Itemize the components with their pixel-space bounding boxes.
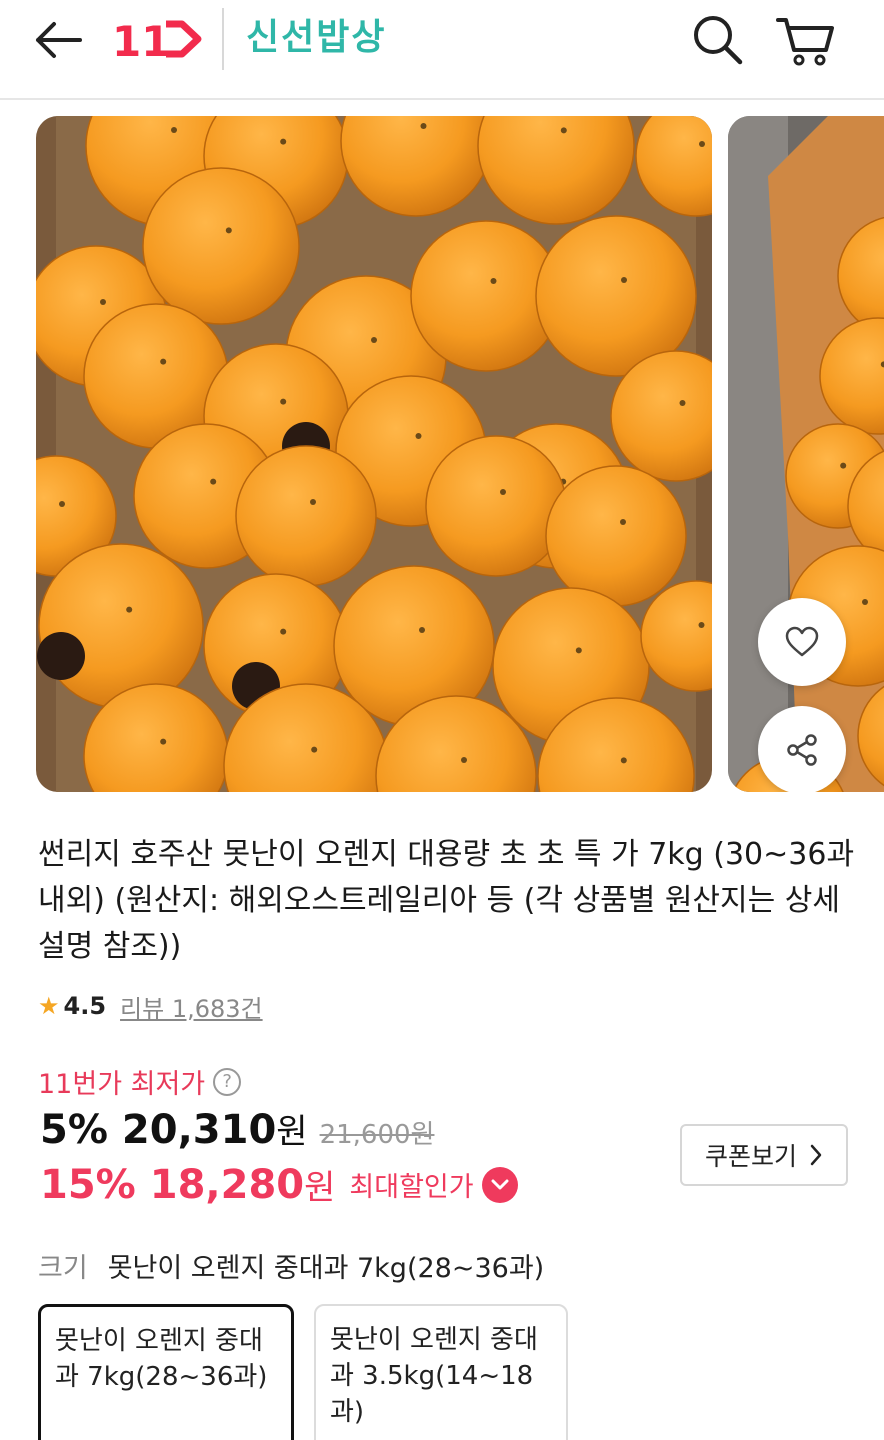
category-title[interactable]: 신선밥상 [246, 14, 386, 62]
rating-value: 4.5 [63, 992, 107, 1020]
chevron-down-icon [491, 1179, 509, 1189]
cart-button[interactable] [772, 8, 838, 68]
rating-row: ★ 4.5 리뷰 1,683건 [38, 986, 263, 1026]
search-icon [694, 16, 743, 65]
max-discount-currency: 원 [304, 1168, 336, 1208]
logo-mark: 11 [112, 17, 202, 66]
wishlist-button[interactable] [758, 598, 846, 686]
review-count-link[interactable]: 리뷰 1,683건 [120, 989, 263, 1024]
lowest-price-label: 11번가 최저가 ? [38, 1062, 242, 1101]
search-button[interactable] [688, 8, 748, 68]
chevron-right-icon [810, 1144, 822, 1166]
back-button[interactable] [30, 18, 86, 62]
discount-rate: 5% [40, 1107, 108, 1153]
option-card-label: 못난이 오렌지 중대과 3.5kg(14~18과) [330, 1325, 538, 1427]
option-size-row: 크기 못난이 오렌지 중대과 7kg(28~36과) [38, 1246, 544, 1285]
product-image-gallery[interactable]: 1/4 [0, 116, 884, 792]
coupon-button-label: 쿠폰보기 [704, 1142, 797, 1171]
price-row-coupon: 5% 20,310 원 21,600원 [40, 1104, 434, 1153]
option-card-label: 못난이 오렌지 중대과 7kg(28~36과) [55, 1326, 268, 1392]
11st-logo[interactable]: 11 [112, 14, 204, 66]
product-image-next[interactable] [728, 116, 884, 792]
oranges-in-box-photo [36, 116, 712, 792]
header-divider [222, 8, 224, 70]
option-card-selected[interactable]: 못난이 오렌지 중대과 7kg(28~36과) [38, 1304, 294, 1440]
help-icon[interactable]: ? [213, 1067, 242, 1096]
back-arrow-icon [36, 22, 82, 58]
max-discount-rate: 15% [40, 1161, 136, 1208]
discount-price: 20,310 [121, 1107, 277, 1153]
currency-unit: 원 [276, 1112, 308, 1152]
heart-icon [785, 626, 819, 657]
star-icon: ★ [38, 992, 60, 1020]
product-title: 썬리지 호주산 못난이 오렌지 대용량 초 초 특 가 7kg (30~36과 … [38, 837, 855, 964]
option-key: 크기 [38, 1253, 88, 1284]
expand-discount-button[interactable] [481, 1166, 518, 1203]
max-discount-price: 18,280 [149, 1161, 305, 1208]
view-coupon-button[interactable]: 쿠폰보기 [680, 1124, 848, 1186]
share-icon [787, 734, 817, 766]
option-card[interactable]: 못난이 오렌지 중대과 3.5kg(14~18과) [314, 1304, 568, 1440]
price-row-max-discount: 15% 18,280 원 최대할인가 [40, 1160, 518, 1209]
lowest-price-text: 11번가 최저가 [38, 1069, 206, 1100]
cart-icon [776, 18, 834, 66]
logo-text: 11 [112, 17, 170, 64]
share-button[interactable] [758, 706, 846, 792]
option-selected-value: 못난이 오렌지 중대과 7kg(28~36과) [107, 1253, 545, 1284]
top-header: 11 신선밥상 [0, 0, 884, 100]
product-image-main[interactable] [36, 116, 712, 792]
max-discount-label: 최대할인가 [349, 1172, 474, 1203]
original-price: 21,600원 [319, 1120, 435, 1150]
oranges-second-photo [728, 116, 884, 792]
